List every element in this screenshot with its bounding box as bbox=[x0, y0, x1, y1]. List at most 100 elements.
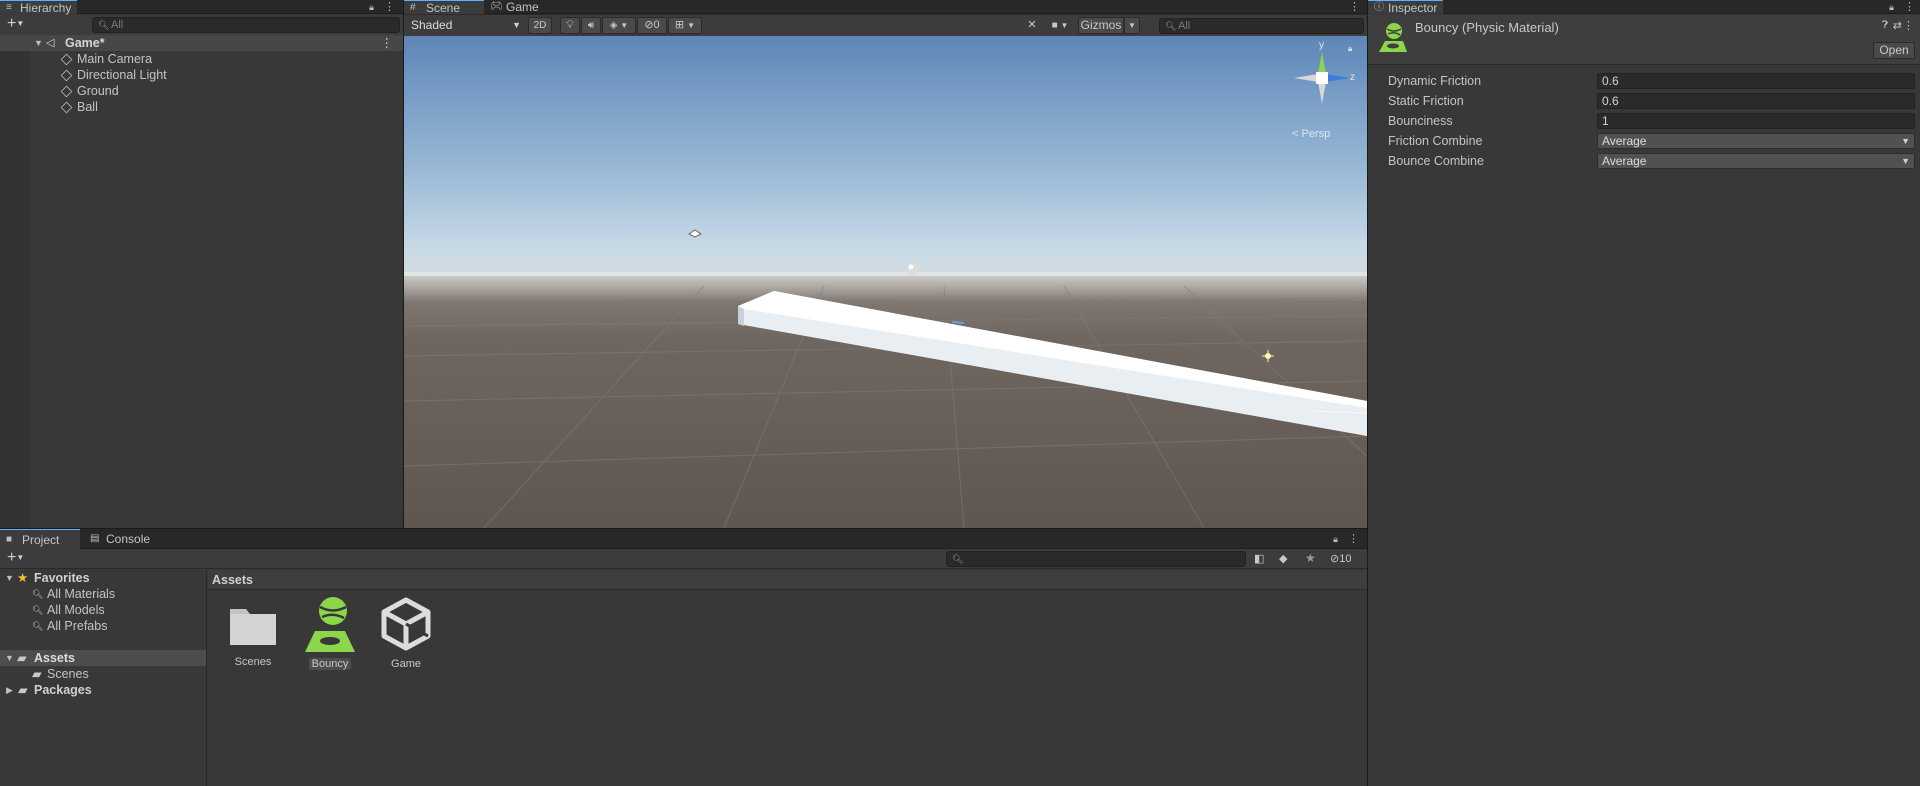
help-icon[interactable]: ❓︎ bbox=[1882, 20, 1888, 31]
orientation-gizmo[interactable]: y z 🔒︎ bbox=[1288, 40, 1356, 114]
lock-icon[interactable]: 🔒︎ bbox=[367, 2, 376, 12]
tools-button[interactable]: ✕ bbox=[1022, 17, 1042, 34]
dynamic-friction-field[interactable]: 0.6 bbox=[1597, 73, 1915, 89]
hierarchy-tabbar: ≡ Hierarchy 🔒︎ ⋮ bbox=[0, 0, 403, 15]
tab-inspector[interactable]: ⓘ Inspector bbox=[1368, 0, 1444, 15]
folder-icon: ▰ bbox=[18, 683, 28, 697]
favorite-all-prefabs[interactable]: 🔍︎ All Prefabs bbox=[0, 618, 206, 634]
search-by-label-icon[interactable]: ◆ bbox=[1279, 552, 1287, 565]
scene-panel: # Scene 🎮︎ Game ⋮ Shaded ▼ 2D 💡︎ 🔊︎ ◈ ▼ ⊘… bbox=[404, 0, 1367, 528]
foldout-arrow-icon[interactable]: ▶ bbox=[6, 682, 13, 698]
unity-scene-icon: ◁ bbox=[46, 37, 55, 49]
scenes-folder-row[interactable]: ▰ Scenes bbox=[0, 666, 206, 682]
project-tree: ▼ ★ Favorites 🔍︎ All Materials 🔍︎ All Mode… bbox=[0, 570, 207, 786]
foldout-arrow-icon[interactable]: ▼ bbox=[5, 650, 14, 666]
more-options-icon[interactable]: ⋮ bbox=[1904, 1, 1915, 13]
project-search-input[interactable]: 🔍︎ bbox=[946, 551, 1246, 567]
scene-tabbar: # Scene 🎮︎ Game ⋮ bbox=[404, 0, 1367, 15]
asset-name: Bouncy bbox=[308, 658, 352, 670]
hierarchy-item-ground[interactable]: Ground bbox=[0, 83, 403, 99]
tab-hierarchy[interactable]: ≡ Hierarchy bbox=[0, 0, 78, 15]
asset-item[interactable]: Scenes bbox=[218, 601, 288, 668]
scene-render bbox=[404, 36, 1367, 528]
toggle-2d-button[interactable]: 2D bbox=[528, 17, 552, 34]
scene-more-icon[interactable]: ⋮ bbox=[381, 35, 394, 51]
scene-search-input[interactable]: 🔍︎ All bbox=[1159, 18, 1364, 34]
gizmos-button[interactable]: Gizmos bbox=[1078, 17, 1124, 34]
foldout-arrow-icon[interactable]: ▼ bbox=[5, 570, 14, 586]
gizmo-y-label: y bbox=[1319, 40, 1324, 51]
physic-material-icon bbox=[1377, 21, 1407, 53]
scene-name: Game* bbox=[65, 36, 105, 50]
lock-icon[interactable]: 🔒︎ bbox=[1348, 44, 1352, 54]
gameobject-icon bbox=[60, 85, 73, 98]
eye-slash-icon: ⊘ bbox=[1330, 553, 1340, 565]
chevron-down-icon: ▼ bbox=[1128, 21, 1136, 30]
chevron-down-icon: ▼ bbox=[687, 21, 696, 30]
asset-item-selected[interactable]: Bouncy bbox=[295, 595, 365, 670]
more-options-icon[interactable]: ⋮ bbox=[1349, 1, 1360, 13]
tab-project[interactable]: ■ Project bbox=[0, 529, 80, 549]
favorite-star-icon[interactable]: ★ bbox=[1305, 551, 1316, 565]
scene-root-row[interactable]: ▼ ◁ Game* ⋮ bbox=[0, 35, 403, 51]
dynamic-friction-label: Dynamic Friction bbox=[1388, 74, 1482, 88]
assets-folder-row[interactable]: ▼ ▰ Assets bbox=[0, 650, 206, 666]
hierarchy-panel: ≡ Hierarchy 🔒︎ ⋮ +▼ 🔍︎ All ▼ ◁ Game* ⋮ M… bbox=[0, 0, 403, 528]
assets-breadcrumb-bar: Assets bbox=[208, 570, 1367, 590]
effects-toggle-button[interactable]: ◈ ▼ bbox=[602, 17, 636, 34]
favorites-row[interactable]: ▼ ★ Favorites bbox=[0, 570, 206, 586]
hierarchy-item-main-camera[interactable]: Main Camera bbox=[0, 51, 403, 67]
hierarchy-item-ball[interactable]: Ball bbox=[0, 99, 403, 115]
gizmo-z-label: z bbox=[1350, 72, 1355, 83]
bounciness-field[interactable]: 1 bbox=[1597, 113, 1915, 129]
hidden-packages-button[interactable]: ⊘10 bbox=[1330, 552, 1351, 565]
draw-mode-dropdown[interactable]: Shaded ▼ bbox=[406, 17, 526, 33]
friction-combine-dropdown[interactable]: Average ▼ bbox=[1597, 133, 1915, 149]
camera-settings-button[interactable]: ■ ▼ bbox=[1044, 17, 1076, 34]
gameobject-icon bbox=[60, 101, 73, 114]
layers-icon: ◈ bbox=[609, 20, 618, 31]
tab-scene[interactable]: # Scene bbox=[404, 0, 484, 15]
breadcrumb[interactable]: Assets bbox=[212, 573, 253, 587]
bounce-combine-label: Bounce Combine bbox=[1388, 154, 1484, 168]
tab-console[interactable]: ▤ Console bbox=[84, 529, 156, 549]
physic-material-icon bbox=[305, 597, 355, 652]
lock-icon[interactable]: 🔒︎ bbox=[1887, 2, 1896, 12]
open-button[interactable]: Open bbox=[1873, 42, 1915, 59]
component-menu-icon[interactable]: ⋮ bbox=[1903, 19, 1914, 32]
bounce-combine-dropdown[interactable]: Average ▼ bbox=[1597, 153, 1915, 169]
search-icon: 🔍︎ bbox=[1165, 21, 1177, 31]
create-button[interactable]: +▼ bbox=[7, 16, 24, 32]
audio-toggle-button[interactable]: 🔊︎ bbox=[581, 17, 601, 34]
chevron-down-icon: ▼ bbox=[1901, 156, 1910, 166]
grid-icon: # bbox=[410, 2, 416, 13]
favorite-all-materials[interactable]: 🔍︎ All Materials bbox=[0, 586, 206, 602]
lightbulb-icon: 💡︎ bbox=[566, 19, 574, 31]
static-friction-field[interactable]: 0.6 bbox=[1597, 93, 1915, 109]
projection-label[interactable]: < Persp bbox=[1292, 128, 1330, 140]
gizmos-dropdown-button[interactable]: ▼ bbox=[1124, 17, 1140, 34]
info-icon: ⓘ bbox=[1374, 2, 1384, 13]
create-asset-button[interactable]: +▼ bbox=[7, 550, 24, 566]
more-options-icon[interactable]: ⋮ bbox=[1348, 533, 1359, 545]
preset-icon[interactable]: ⇄ bbox=[1893, 19, 1902, 32]
grid-toggle-button[interactable]: ⊞ ▼ bbox=[668, 17, 702, 34]
hierarchy-item-directional-light[interactable]: Directional Light bbox=[0, 67, 403, 83]
tab-game[interactable]: 🎮︎ Game bbox=[484, 0, 545, 14]
lock-icon[interactable]: 🔒︎ bbox=[1331, 534, 1340, 544]
camera-icon: ■ bbox=[1051, 20, 1058, 31]
project-tabbar: ■ Project ▤ Console 🔒︎ ⋮ bbox=[0, 529, 1367, 549]
project-panel: ■ Project ▤ Console 🔒︎ ⋮ +▼ 🔍︎ ◧ ◆ ★ ⊘10… bbox=[0, 529, 1367, 786]
search-by-type-icon[interactable]: ◧ bbox=[1254, 552, 1264, 565]
more-options-icon[interactable]: ⋮ bbox=[384, 1, 395, 13]
hierarchy-search-input[interactable]: 🔍︎ All bbox=[92, 17, 400, 33]
gamepad-icon: 🎮︎ bbox=[490, 1, 503, 12]
favorite-all-models[interactable]: 🔍︎ All Models bbox=[0, 602, 206, 618]
hidden-objects-button[interactable]: ⊘0 bbox=[637, 17, 667, 34]
packages-folder-row[interactable]: ▶ ▰ Packages bbox=[0, 682, 206, 698]
lighting-toggle-button[interactable]: 💡︎ bbox=[560, 17, 580, 34]
asset-item[interactable]: Game bbox=[371, 597, 441, 670]
folder-icon bbox=[230, 609, 276, 645]
scene-viewport[interactable]: y z 🔒︎ < Persp bbox=[404, 36, 1367, 528]
foldout-arrow-icon[interactable]: ▼ bbox=[34, 35, 43, 51]
